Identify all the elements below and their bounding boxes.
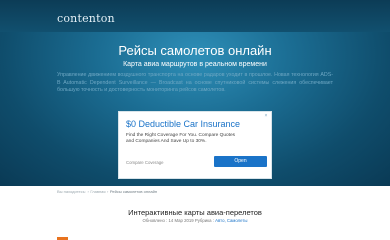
article-meta: Обновлено : 14 Мар 2019 Рубрика : Авто, … <box>0 218 390 223</box>
ad-banner[interactable]: × $0 Deductible Car Insurance Find the R… <box>118 111 272 179</box>
breadcrumb-label: Вы находитесь: <box>57 189 86 194</box>
ad-open-button[interactable]: Open <box>214 156 267 167</box>
ad-headline[interactable]: $0 Deductible Car Insurance <box>126 119 240 129</box>
top-bar: contenton <box>0 0 390 32</box>
ad-body-text: Find the Right Coverage For You. Compare… <box>126 133 236 145</box>
article-title: Интерактивные карты авиа-перелетов <box>128 208 262 217</box>
page-subtitle: Карта авиа маршрутов в реальном времени <box>123 61 267 68</box>
article-meta-prefix: Обновлено : 14 Мар 2019 Рубрика : <box>142 218 214 223</box>
ad-advertiser: Compare Coverage <box>126 160 164 165</box>
content-area: Вы находитесь: › Главная › Рейсы самолетов о… <box>0 186 390 240</box>
intro-paragraph: Управление движением воздушного транспор… <box>57 72 333 93</box>
breadcrumb-current: Рейсы самолетов онлайн <box>109 189 158 194</box>
breadcrumb-home-link[interactable]: Главная <box>90 189 105 194</box>
breadcrumb: Вы находитесь: › Главная › Рейсы самолетов о… <box>57 189 157 194</box>
page-title: Рейсы самолетов онлайн <box>118 43 272 58</box>
ad-close-icon[interactable]: × <box>263 113 269 119</box>
site-logo[interactable]: contenton <box>57 12 115 25</box>
article-category-link[interactable]: Авто, Самолеты <box>215 218 247 223</box>
